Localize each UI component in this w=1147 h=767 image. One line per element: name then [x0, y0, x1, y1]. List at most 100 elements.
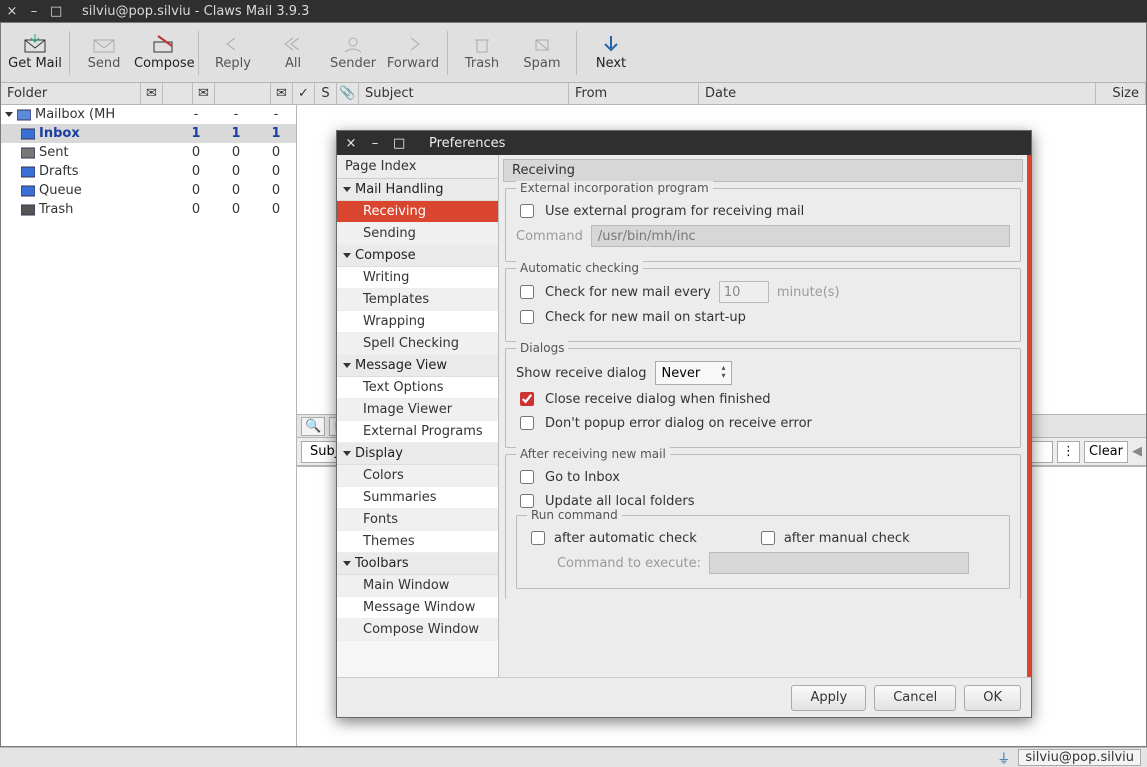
pref-item-text-options[interactable]: Text Options: [337, 377, 498, 399]
trash-button[interactable]: Trash: [452, 30, 512, 75]
use-external-checkbox[interactable]: [520, 204, 534, 218]
reply-sender-button[interactable]: Sender: [323, 30, 383, 75]
after-manual-checkbox[interactable]: [761, 531, 775, 545]
sender-icon: [341, 34, 365, 54]
pref-item-colors[interactable]: Colors: [337, 465, 498, 487]
preferences-dialog: × – □ Preferences Page Index Mail Handli…: [336, 130, 1032, 718]
col-s[interactable]: S: [315, 83, 337, 104]
apply-button[interactable]: Apply: [791, 685, 866, 711]
no-error-popup-checkbox[interactable]: [520, 416, 534, 430]
folder-tree[interactable]: Mailbox (MH --- Inbox 111Sent 000Drafts …: [1, 105, 297, 746]
group-dialogs: Dialogs Show receive dialog Never Close …: [505, 348, 1021, 448]
folder-row-drafts[interactable]: Drafts 000: [1, 162, 296, 181]
col-attach-icon[interactable]: 📎: [337, 83, 359, 104]
pref-item-wrapping[interactable]: Wrapping: [337, 311, 498, 333]
page-index-header: Page Index: [337, 155, 498, 179]
pref-item-compose-window[interactable]: Compose Window: [337, 619, 498, 641]
expand-icon: [343, 363, 351, 368]
check-every-spin[interactable]: [719, 281, 769, 303]
expand-icon[interactable]: [5, 112, 13, 117]
pref-item-receiving[interactable]: Receiving: [337, 201, 498, 223]
compose-icon: [152, 34, 176, 54]
date-column-header[interactable]: Date: [699, 83, 1096, 104]
toolbar-separator: [69, 31, 70, 75]
close-icon[interactable]: ×: [345, 136, 357, 151]
trash-icon: [470, 34, 494, 54]
minimize-icon[interactable]: –: [369, 136, 381, 151]
close-icon[interactable]: ×: [6, 4, 18, 19]
spam-button[interactable]: Spam: [512, 30, 572, 75]
cancel-button[interactable]: Cancel: [874, 685, 956, 711]
pref-item-writing[interactable]: Writing: [337, 267, 498, 289]
pref-category[interactable]: Toolbars: [337, 553, 498, 575]
pref-item-external-programs[interactable]: External Programs: [337, 421, 498, 443]
from-column-header[interactable]: From: [569, 83, 699, 104]
status-account[interactable]: silviu@pop.silviu: [1018, 749, 1141, 766]
next-button[interactable]: Next: [581, 30, 641, 75]
pref-item-message-window[interactable]: Message Window: [337, 597, 498, 619]
pref-item-themes[interactable]: Themes: [337, 531, 498, 553]
pref-category[interactable]: Compose: [337, 245, 498, 267]
folder-icon: [21, 204, 35, 216]
folder-row-trash[interactable]: Trash 000: [1, 200, 296, 219]
update-folders-checkbox[interactable]: [520, 494, 534, 508]
dialog-title: Preferences: [429, 136, 505, 151]
close-dialog-checkbox[interactable]: [520, 392, 534, 406]
goto-inbox-checkbox[interactable]: [520, 470, 534, 484]
col-icon-2[interactable]: ✉: [193, 83, 215, 104]
folder-icon: [21, 166, 35, 178]
group-auto-check: Automatic checking Check for new mail ev…: [505, 268, 1021, 342]
update-folders-label: Update all local folders: [545, 494, 694, 509]
folder-row-queue[interactable]: Queue 000: [1, 181, 296, 200]
folder-row-sent[interactable]: Sent 000: [1, 143, 296, 162]
main-toolbar: Get Mail Send Compose Reply All Sender F…: [1, 23, 1146, 83]
check-every-checkbox[interactable]: [520, 285, 534, 299]
show-dialog-select[interactable]: Never: [655, 361, 732, 385]
group-external-program: External incorporation program Use exter…: [505, 188, 1021, 262]
col-check[interactable]: ✓: [293, 83, 315, 104]
command-input: [591, 225, 1010, 247]
pref-item-fonts[interactable]: Fonts: [337, 509, 498, 531]
envelope-icon: ✉: [146, 86, 157, 101]
toolbar-separator: [576, 31, 577, 75]
pref-category[interactable]: Display: [337, 443, 498, 465]
search-options-button[interactable]: ⋮: [1057, 441, 1080, 463]
get-mail-button[interactable]: Get Mail: [5, 30, 65, 75]
col-icon-3[interactable]: ✉: [271, 83, 293, 104]
maximize-icon[interactable]: □: [50, 4, 62, 19]
pref-category[interactable]: Message View: [337, 355, 498, 377]
page-index-tree[interactable]: Mail HandlingReceivingSendingComposeWrit…: [337, 179, 498, 641]
online-icon[interactable]: ⏚: [997, 748, 1010, 767]
subject-column-header[interactable]: Subject: [359, 83, 569, 104]
group-after-receive: After receiving new mail Go to Inbox Upd…: [505, 454, 1021, 599]
folder-root[interactable]: Mailbox (MH ---: [1, 105, 296, 124]
pref-item-main-window[interactable]: Main Window: [337, 575, 498, 597]
forward-button[interactable]: Forward: [383, 30, 443, 75]
expand-icon: [343, 253, 351, 258]
reply-all-icon: [281, 34, 305, 54]
folder-column-header[interactable]: Folder: [1, 83, 141, 104]
maximize-icon[interactable]: □: [393, 136, 405, 151]
folder-row-inbox[interactable]: Inbox 111: [1, 124, 296, 143]
reply-all-button[interactable]: All: [263, 30, 323, 75]
pref-item-summaries[interactable]: Summaries: [337, 487, 498, 509]
size-column-header[interactable]: Size: [1096, 83, 1146, 104]
after-auto-checkbox[interactable]: [531, 531, 545, 545]
clear-button[interactable]: Clear: [1084, 441, 1128, 463]
minimize-icon[interactable]: –: [28, 4, 40, 19]
dialog-titlebar[interactable]: × – □ Preferences: [337, 131, 1031, 155]
check-startup-checkbox[interactable]: [520, 310, 534, 324]
pref-category[interactable]: Mail Handling: [337, 179, 498, 201]
pref-item-image-viewer[interactable]: Image Viewer: [337, 399, 498, 421]
ok-button[interactable]: OK: [964, 685, 1021, 711]
expand-icon: [343, 561, 351, 566]
col-icon-1[interactable]: ✉: [141, 83, 163, 104]
group-run-command: Run command after automatic check after …: [516, 515, 1010, 589]
compose-button[interactable]: Compose: [134, 30, 194, 75]
reply-button[interactable]: Reply: [203, 30, 263, 75]
pref-item-spell-checking[interactable]: Spell Checking: [337, 333, 498, 355]
pref-item-sending[interactable]: Sending: [337, 223, 498, 245]
search-icon[interactable]: 🔍: [301, 417, 325, 436]
send-button[interactable]: Send: [74, 30, 134, 75]
pref-item-templates[interactable]: Templates: [337, 289, 498, 311]
